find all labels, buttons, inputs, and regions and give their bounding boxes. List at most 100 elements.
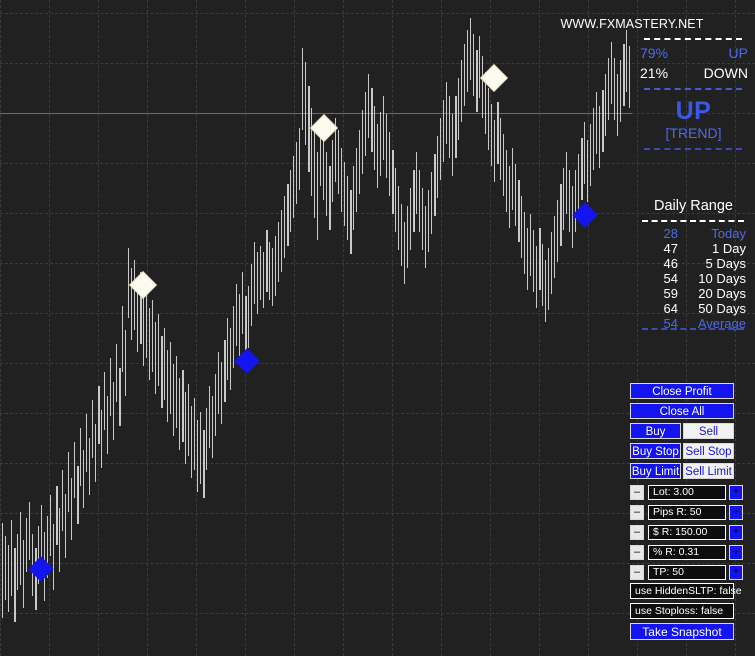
candle-bar <box>77 466 79 524</box>
take-snapshot-button[interactable]: Take Snapshot <box>630 623 734 640</box>
stoploss-toggle[interactable]: use Stoploss: false <box>630 603 734 619</box>
close-all-button[interactable]: Close All <box>630 403 734 419</box>
daily-range-value: 47 <box>663 241 678 256</box>
candle-bar <box>98 386 100 444</box>
percent-risk-input[interactable]: % R: 0.31 <box>648 545 726 560</box>
candle-bar <box>425 206 426 268</box>
candle-bar <box>74 442 75 498</box>
candle-bar <box>221 362 222 424</box>
candle-bar <box>566 152 567 214</box>
percent-risk-increment-button[interactable]: + <box>729 545 743 560</box>
candle-bar <box>188 384 189 456</box>
daily-range-row: 54 10 Days <box>640 271 748 286</box>
candle-bar <box>80 428 81 486</box>
candle-bar <box>353 166 354 230</box>
candle-bar <box>23 540 24 608</box>
pips-risk-input[interactable]: Pips R: 50 <box>648 505 726 520</box>
candle-bar <box>620 60 621 122</box>
candle-bar <box>110 358 111 416</box>
candle-bar <box>332 140 333 202</box>
candle-bar <box>509 166 510 228</box>
candle-bar <box>134 260 135 330</box>
candle-bar <box>314 130 315 218</box>
candle-bar <box>596 92 597 154</box>
candle-bar <box>533 230 534 292</box>
take-profit-decrement-button[interactable]: – <box>630 565 644 580</box>
candle-bar <box>104 372 105 430</box>
candle-bar <box>155 322 156 394</box>
candle-bar <box>554 216 555 278</box>
daily-range-title: Daily Range <box>654 198 733 214</box>
daily-range-value: 28 <box>663 226 678 241</box>
candle-bar <box>374 106 375 170</box>
sell-limit-button[interactable]: Sell Limit <box>683 463 734 479</box>
candle-bar <box>122 306 123 372</box>
candle-bar <box>551 232 552 294</box>
candle-bar <box>539 228 541 290</box>
candle-bar <box>449 96 450 158</box>
candle-bar <box>542 244 543 306</box>
candle-bar <box>569 170 570 232</box>
candle-bar <box>83 450 84 508</box>
candle-bar <box>482 56 483 118</box>
take-profit-input[interactable]: TP: 50 <box>648 565 726 580</box>
candle-bar <box>92 400 93 458</box>
dollar-risk-input[interactable]: $ R: 150.00 <box>648 525 726 540</box>
candle-bar <box>443 100 444 162</box>
dollar-risk-increment-button[interactable]: + <box>729 525 743 540</box>
lot-decrement-button[interactable]: – <box>630 485 644 500</box>
candle-bar <box>53 524 54 590</box>
candle-bar <box>422 188 423 250</box>
candle-bar <box>545 260 546 322</box>
daily-range-label: 5 Days <box>705 256 746 271</box>
candle-bar <box>560 184 562 246</box>
pips-risk-decrement-button[interactable]: – <box>630 505 644 520</box>
lot-input[interactable]: Lot: 3.00 <box>648 485 726 500</box>
candle-bar <box>278 222 279 282</box>
lot-increment-button[interactable]: + <box>729 485 743 500</box>
hidden-sltp-toggle[interactable]: use HiddenSLTP: false <box>630 583 742 599</box>
pips-risk-increment-button[interactable]: + <box>729 505 743 520</box>
percent-risk-decrement-button[interactable]: – <box>630 545 644 560</box>
candle-bar <box>206 408 207 470</box>
candle-bar <box>275 236 276 296</box>
candle-bar <box>71 478 72 540</box>
buy-stop-button[interactable]: Buy Stop <box>630 443 681 459</box>
candle-bar <box>527 228 528 290</box>
daily-range-label: 50 Days <box>698 301 746 316</box>
candle-bar <box>365 92 366 156</box>
candle-bar <box>224 340 226 402</box>
candle-bar <box>563 168 564 230</box>
candle-bar <box>614 58 615 120</box>
buy-limit-button[interactable]: Buy Limit <box>630 463 681 479</box>
candle-bar <box>215 374 216 436</box>
take-profit-increment-button[interactable]: + <box>729 565 743 580</box>
divider-under-trend <box>644 148 742 150</box>
candle-bar <box>113 382 114 440</box>
candle-bar <box>128 248 129 318</box>
candle-bar <box>248 286 249 348</box>
candle-bar <box>461 60 462 122</box>
buy-button[interactable]: Buy <box>630 423 681 439</box>
candle-bar <box>368 74 369 138</box>
candle-bar <box>344 162 345 226</box>
close-profit-button[interactable]: Close Profit <box>630 383 734 399</box>
candle-bar <box>323 136 324 200</box>
candle-bar <box>164 328 165 400</box>
candle-bar <box>629 46 630 108</box>
candle-bar <box>182 370 184 442</box>
sell-button[interactable]: Sell <box>683 423 734 439</box>
take-profit-row: – TP: 50 + <box>630 565 755 581</box>
candle-bar <box>305 62 306 145</box>
sell-stop-button[interactable]: Sell Stop <box>683 443 734 459</box>
candle-bar <box>290 170 291 232</box>
candle-bar <box>587 140 588 202</box>
candle-bar <box>380 112 381 176</box>
candle-bar <box>593 108 594 170</box>
candle-bar <box>503 134 504 196</box>
dollar-risk-decrement-button[interactable]: – <box>630 525 644 540</box>
candle-bar <box>272 248 273 306</box>
sentiment-up-percent: 79% <box>640 45 669 61</box>
candle-bar <box>263 252 264 308</box>
daily-range-value: 46 <box>663 256 678 271</box>
